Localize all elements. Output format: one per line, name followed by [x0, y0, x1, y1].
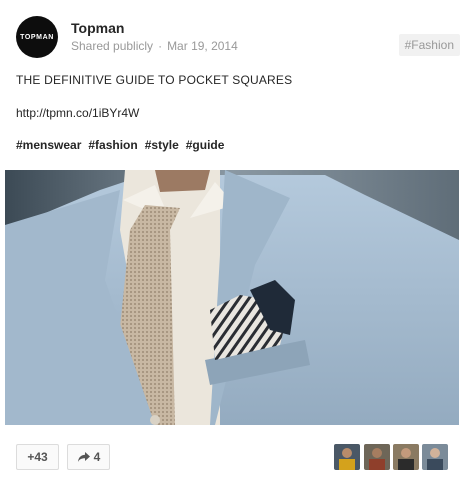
hashtag-link[interactable]: #menswear [16, 138, 81, 152]
meta-separator: · [158, 39, 163, 53]
share-count: 4 [93, 450, 101, 464]
category-tag-chip[interactable]: #Fashion [398, 34, 460, 56]
pocket-square-photo [5, 170, 459, 425]
visibility-label: Shared publicly [71, 39, 154, 53]
hashtag-link[interactable]: #fashion [88, 138, 137, 152]
avatar[interactable] [422, 444, 448, 470]
post-link[interactable]: http://tpmn.co/1iBYr4W [16, 106, 139, 120]
post-meta: Shared publicly · Mar 19, 2014 [71, 39, 238, 53]
plus-one-button[interactable]: +43 [16, 444, 59, 470]
share-button[interactable]: 4 [67, 444, 110, 470]
post-title: THE DEFINITIVE GUIDE TO POCKET SQUARES [16, 73, 293, 87]
hashtag-list: #menswear #fashion #style #guide [16, 138, 231, 152]
author-avatar[interactable]: TOPMAN [16, 16, 58, 58]
share-arrow-icon [77, 452, 90, 462]
hashtag-link[interactable]: #style [145, 138, 179, 152]
avatar[interactable] [364, 444, 390, 470]
avatar[interactable] [334, 444, 360, 470]
avatar-logo-text: TOPMAN [20, 33, 54, 41]
post-card: TOPMAN Topman Shared publicly · Mar 19, 20… [0, 0, 464, 488]
post-date[interactable]: Mar 19, 2014 [167, 39, 238, 53]
post-photo[interactable] [5, 170, 459, 425]
author-name[interactable]: Topman [71, 20, 124, 36]
avatar[interactable] [393, 444, 419, 470]
hashtag-link[interactable]: #guide [186, 138, 225, 152]
